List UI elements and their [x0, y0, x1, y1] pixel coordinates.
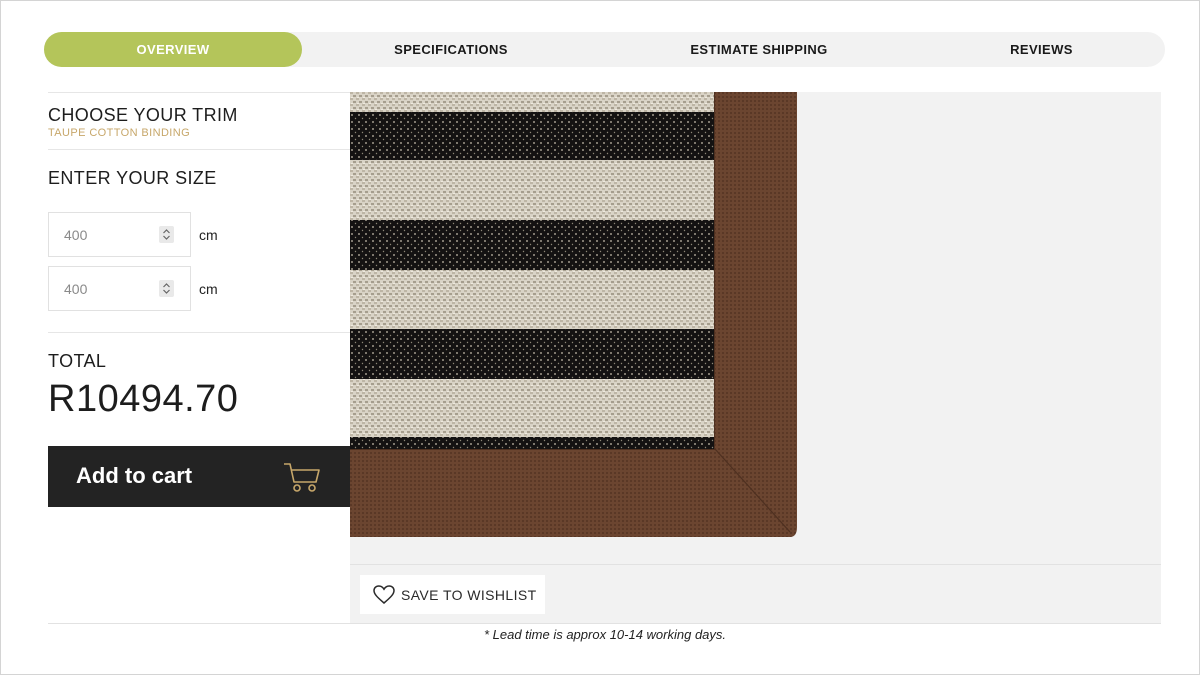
trim-title: CHOOSE YOUR TRIM [48, 105, 238, 125]
width-value: 400 [64, 227, 88, 243]
divider [48, 623, 1161, 624]
tab-specifications[interactable]: SPECIFICATIONS [302, 32, 600, 67]
length-input[interactable]: 400 [48, 266, 191, 311]
width-input[interactable]: 400 [48, 212, 191, 257]
tab-overview[interactable]: OVERVIEW [44, 32, 302, 67]
size-title: ENTER YOUR SIZE [48, 168, 217, 188]
rug-image [350, 92, 797, 537]
stepper-arrows-icon [163, 229, 170, 240]
width-stepper[interactable] [159, 226, 174, 243]
divider [48, 332, 350, 333]
product-image-panel: SAVE TO WISHLIST [350, 92, 1161, 623]
total-price: R10494.70 [48, 378, 239, 420]
rug-photo [350, 92, 797, 537]
stepper-arrows-icon [163, 283, 170, 294]
add-to-cart-label: Add to cart [76, 463, 193, 488]
divider [48, 92, 350, 93]
tab-reviews[interactable]: REVIEWS [918, 32, 1165, 67]
length-value: 400 [64, 281, 88, 297]
divider [48, 149, 350, 150]
shopping-cart-icon [284, 463, 320, 492]
tab-bar: OVERVIEW SPECIFICATIONS ESTIMATE SHIPPIN… [44, 32, 1165, 67]
divider [350, 564, 1161, 565]
width-unit: cm [199, 227, 218, 243]
lead-time-note: * Lead time is approx 10-14 working days… [483, 627, 727, 642]
length-stepper[interactable] [159, 280, 174, 297]
tab-estimate-shipping[interactable]: ESTIMATE SHIPPING [600, 32, 918, 67]
heart-icon [373, 584, 395, 604]
wishlist-label: SAVE TO WISHLIST [401, 586, 537, 603]
total-label: TOTAL [48, 351, 107, 371]
trim-selected[interactable]: TAUPE COTTON BINDING [48, 127, 190, 139]
length-unit: cm [199, 281, 218, 297]
save-to-wishlist-button[interactable]: SAVE TO WISHLIST [360, 575, 545, 614]
add-to-cart-button[interactable]: Add to cart [48, 446, 350, 507]
